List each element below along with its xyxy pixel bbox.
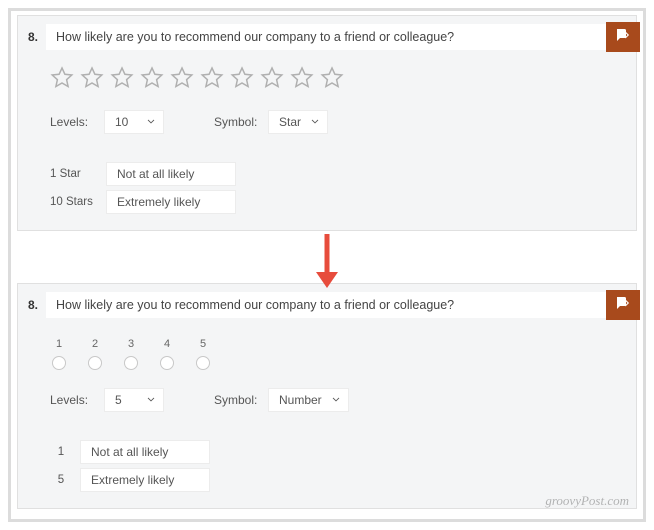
rating-option: 3 bbox=[122, 338, 140, 370]
chevron-down-icon bbox=[145, 115, 157, 127]
symbol-select[interactable]: Number bbox=[268, 388, 349, 412]
rating-radio[interactable] bbox=[196, 356, 210, 370]
chevron-down-icon bbox=[145, 393, 157, 405]
branch-icon bbox=[614, 294, 632, 317]
symbol-value: Number bbox=[279, 393, 322, 407]
high-key-label: 10 Stars bbox=[50, 196, 98, 208]
levels-select[interactable]: 10 bbox=[104, 110, 164, 134]
symbol-select[interactable]: Star bbox=[268, 110, 328, 134]
branch-icon bbox=[614, 26, 632, 49]
rating-number-label: 4 bbox=[164, 338, 170, 350]
rating-number-label: 1 bbox=[56, 338, 62, 350]
star-icon[interactable] bbox=[290, 66, 314, 90]
symbol-value: Star bbox=[279, 115, 301, 129]
question-header: 8. How likely are you to recommend our c… bbox=[18, 16, 636, 60]
rating-question-card-number: 8. How likely are you to recommend our c… bbox=[17, 283, 637, 509]
levels-value: 5 bbox=[115, 393, 122, 407]
chevron-down-icon bbox=[330, 393, 342, 405]
rating-radio[interactable] bbox=[52, 356, 66, 370]
symbol-label: Symbol: bbox=[214, 393, 258, 407]
levels-value: 10 bbox=[115, 115, 128, 129]
star-icon[interactable] bbox=[110, 66, 134, 90]
star-icon[interactable] bbox=[140, 66, 164, 90]
rating-number-label: 5 bbox=[200, 338, 206, 350]
rating-number-label: 2 bbox=[92, 338, 98, 350]
rating-radio[interactable] bbox=[124, 356, 138, 370]
rating-numbers-row: 1 2 3 4 5 bbox=[50, 338, 608, 370]
question-number: 8. bbox=[28, 292, 46, 312]
star-icon[interactable] bbox=[230, 66, 254, 90]
question-text: How likely are you to recommend our comp… bbox=[56, 30, 454, 44]
symbol-label: Symbol: bbox=[214, 115, 258, 129]
rating-option: 2 bbox=[86, 338, 104, 370]
rating-question-card-star: 8. How likely are you to recommend our c… bbox=[17, 15, 637, 231]
rating-radio[interactable] bbox=[88, 356, 102, 370]
question-text-input[interactable]: How likely are you to recommend our comp… bbox=[46, 24, 626, 50]
star-icon[interactable] bbox=[320, 66, 344, 90]
rating-option: 5 bbox=[194, 338, 212, 370]
branching-button[interactable] bbox=[606, 290, 640, 320]
question-number: 8. bbox=[28, 24, 46, 44]
transition-arrow bbox=[17, 231, 637, 291]
star-icon[interactable] bbox=[260, 66, 284, 90]
star-icon[interactable] bbox=[200, 66, 224, 90]
levels-label: Levels: bbox=[50, 393, 94, 407]
high-label-input[interactable]: Extremely likely bbox=[80, 468, 210, 492]
star-icon[interactable] bbox=[170, 66, 194, 90]
levels-label: Levels: bbox=[50, 115, 94, 129]
rating-option: 4 bbox=[158, 338, 176, 370]
rating-stars-row bbox=[50, 66, 608, 90]
rating-radio[interactable] bbox=[160, 356, 174, 370]
star-icon[interactable] bbox=[80, 66, 104, 90]
low-label-input[interactable]: Not at all likely bbox=[80, 440, 210, 464]
rating-option: 1 bbox=[50, 338, 68, 370]
branching-button[interactable] bbox=[606, 22, 640, 52]
chevron-down-icon bbox=[309, 115, 321, 127]
question-text: How likely are you to recommend our comp… bbox=[56, 298, 454, 312]
low-key-label: 1 bbox=[50, 446, 72, 458]
high-key-label: 5 bbox=[50, 474, 72, 486]
high-label-input[interactable]: Extremely likely bbox=[106, 190, 236, 214]
star-icon[interactable] bbox=[50, 66, 74, 90]
low-key-label: 1 Star bbox=[50, 168, 98, 180]
levels-select[interactable]: 5 bbox=[104, 388, 164, 412]
rating-number-label: 3 bbox=[128, 338, 134, 350]
screenshot-frame: 8. How likely are you to recommend our c… bbox=[8, 8, 646, 522]
low-label-input[interactable]: Not at all likely bbox=[106, 162, 236, 186]
question-text-input[interactable]: How likely are you to recommend our comp… bbox=[46, 292, 626, 318]
